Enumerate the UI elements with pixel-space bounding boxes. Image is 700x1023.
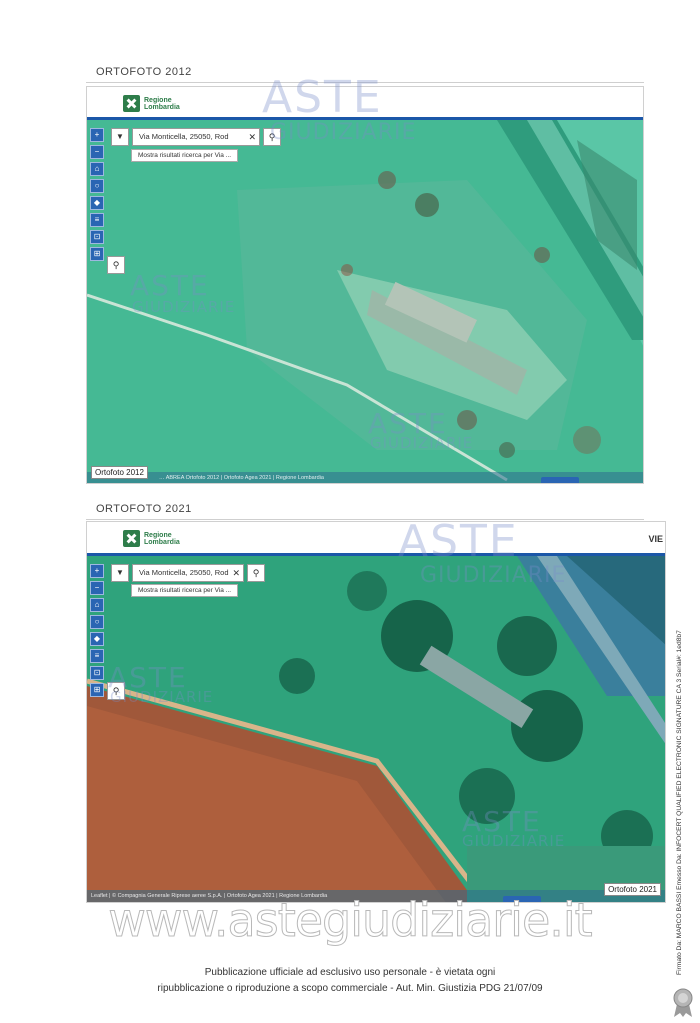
home-icon[interactable]: ⌂ [90, 598, 104, 612]
home-icon[interactable]: ⌂ [90, 162, 104, 176]
attribution-credits: … ABREA Ortofoto 2012 | Ortofoto Agea 20… [159, 475, 324, 481]
footer-line1: Pubblicazione ufficiale ad esclusivo uso… [204, 967, 496, 978]
search-bar: ▼ Via Monticella, 25050, Rod ✕ ⚲ [111, 128, 281, 146]
zoom-out-icon[interactable]: − [90, 145, 104, 159]
address-search-input[interactable]: Via Monticella, 25050, Rod ✕ [132, 564, 244, 582]
legend-list-icon[interactable]: ≡ [90, 213, 104, 227]
layers-icon[interactable]: ◆ [90, 196, 104, 210]
grid-icon[interactable]: ⊞ [90, 247, 104, 261]
car-icon[interactable]: ⊡ [90, 666, 104, 680]
section-title-2021: ORTOFOTO 2021 [96, 503, 192, 515]
map-viewer-2021: Regione Lombardia VIE + − ⌂ ○ ◆ ≡ ⊡ ⊞ ⚲ … [86, 521, 666, 903]
brand-line2: Lombardia [144, 103, 180, 111]
map-viewer-2012: Regione Lombardia + − ⌂ ○ ◆ ≡ ⊡ ⊞ ⚲ ▼ Vi… [86, 86, 644, 484]
address-search-input[interactable]: Via Monticella, 25050, Rod ✕ [132, 128, 260, 146]
regione-lombardia-logo: Regione Lombardia [123, 530, 180, 547]
aerial-photo-2021[interactable]: + − ⌂ ○ ◆ ≡ ⊡ ⊞ ⚲ ▼ Via Monticella, 2505… [87, 556, 665, 902]
digital-signature-text: Firmato Da: MARCO BASSI Emesso Da: INFOC… [676, 630, 683, 975]
zoom-in-icon[interactable]: + [90, 564, 104, 578]
brand-line1: Regione [144, 96, 172, 104]
lombardia-emblem-icon [123, 95, 140, 112]
chevron-down-icon[interactable]: ▼ [111, 128, 129, 146]
clear-icon[interactable]: ✕ [232, 565, 240, 581]
section-title-2012: ORTOFOTO 2012 [96, 66, 192, 78]
car-icon[interactable]: ⊡ [90, 230, 104, 244]
aerial-photo-2012[interactable]: + − ⌂ ○ ◆ ≡ ⊡ ⊞ ⚲ ▼ Via Monticella, 2505… [87, 120, 643, 483]
search-icon[interactable]: ⚲ [107, 682, 125, 700]
search-button[interactable]: ⚲ [263, 128, 281, 146]
search-suggestion[interactable]: Mostra risultati ricerca per Via ... [131, 149, 239, 162]
certificate-seal-icon [673, 988, 693, 1017]
site-url-watermark: www.astegiudiziarie.it [108, 893, 593, 948]
map-header: Regione Lombardia [87, 87, 643, 120]
footer-line2: ripubblicazione o riproduzione a scopo c… [157, 983, 543, 994]
map-toolbar: + − ⌂ ○ ◆ ≡ ⊡ ⊞ [90, 564, 104, 697]
year-label: Ortofoto 2012 [91, 466, 148, 479]
search-suggestion[interactable]: Mostra risultati ricerca per Via ... [131, 584, 239, 597]
circle-select-icon[interactable]: ○ [90, 615, 104, 629]
clear-icon[interactable]: ✕ [248, 129, 256, 145]
search-value: Via Monticella, 25050, Rod [139, 568, 229, 577]
regione-lombardia-logo: Regione Lombardia [123, 95, 180, 112]
header-menu-label[interactable]: VIE [648, 534, 663, 544]
brand-line1: Regione [144, 531, 172, 539]
zoom-out-icon[interactable]: − [90, 581, 104, 595]
map-toolbar: + − ⌂ ○ ◆ ≡ ⊡ ⊞ [90, 128, 104, 261]
brand-line2: Lombardia [144, 538, 180, 546]
circle-select-icon[interactable]: ○ [90, 179, 104, 193]
map-header: Regione Lombardia VIE [87, 522, 665, 556]
section-divider [86, 519, 644, 520]
search-button[interactable]: ⚲ [247, 564, 265, 582]
zoom-in-icon[interactable]: + [90, 128, 104, 142]
search-value: Via Monticella, 25050, Rod [139, 132, 229, 141]
legend-list-icon[interactable]: ≡ [90, 649, 104, 663]
section-divider [86, 82, 644, 83]
search-icon[interactable]: ⚲ [107, 256, 125, 274]
layers-icon[interactable]: ◆ [90, 632, 104, 646]
panel-toggle-tab[interactable] [541, 477, 579, 483]
grid-icon[interactable]: ⊞ [90, 683, 104, 697]
search-bar: ▼ Via Monticella, 25050, Rod ✕ ⚲ [111, 564, 265, 582]
chevron-down-icon[interactable]: ▼ [111, 564, 129, 582]
lombardia-emblem-icon [123, 530, 140, 547]
